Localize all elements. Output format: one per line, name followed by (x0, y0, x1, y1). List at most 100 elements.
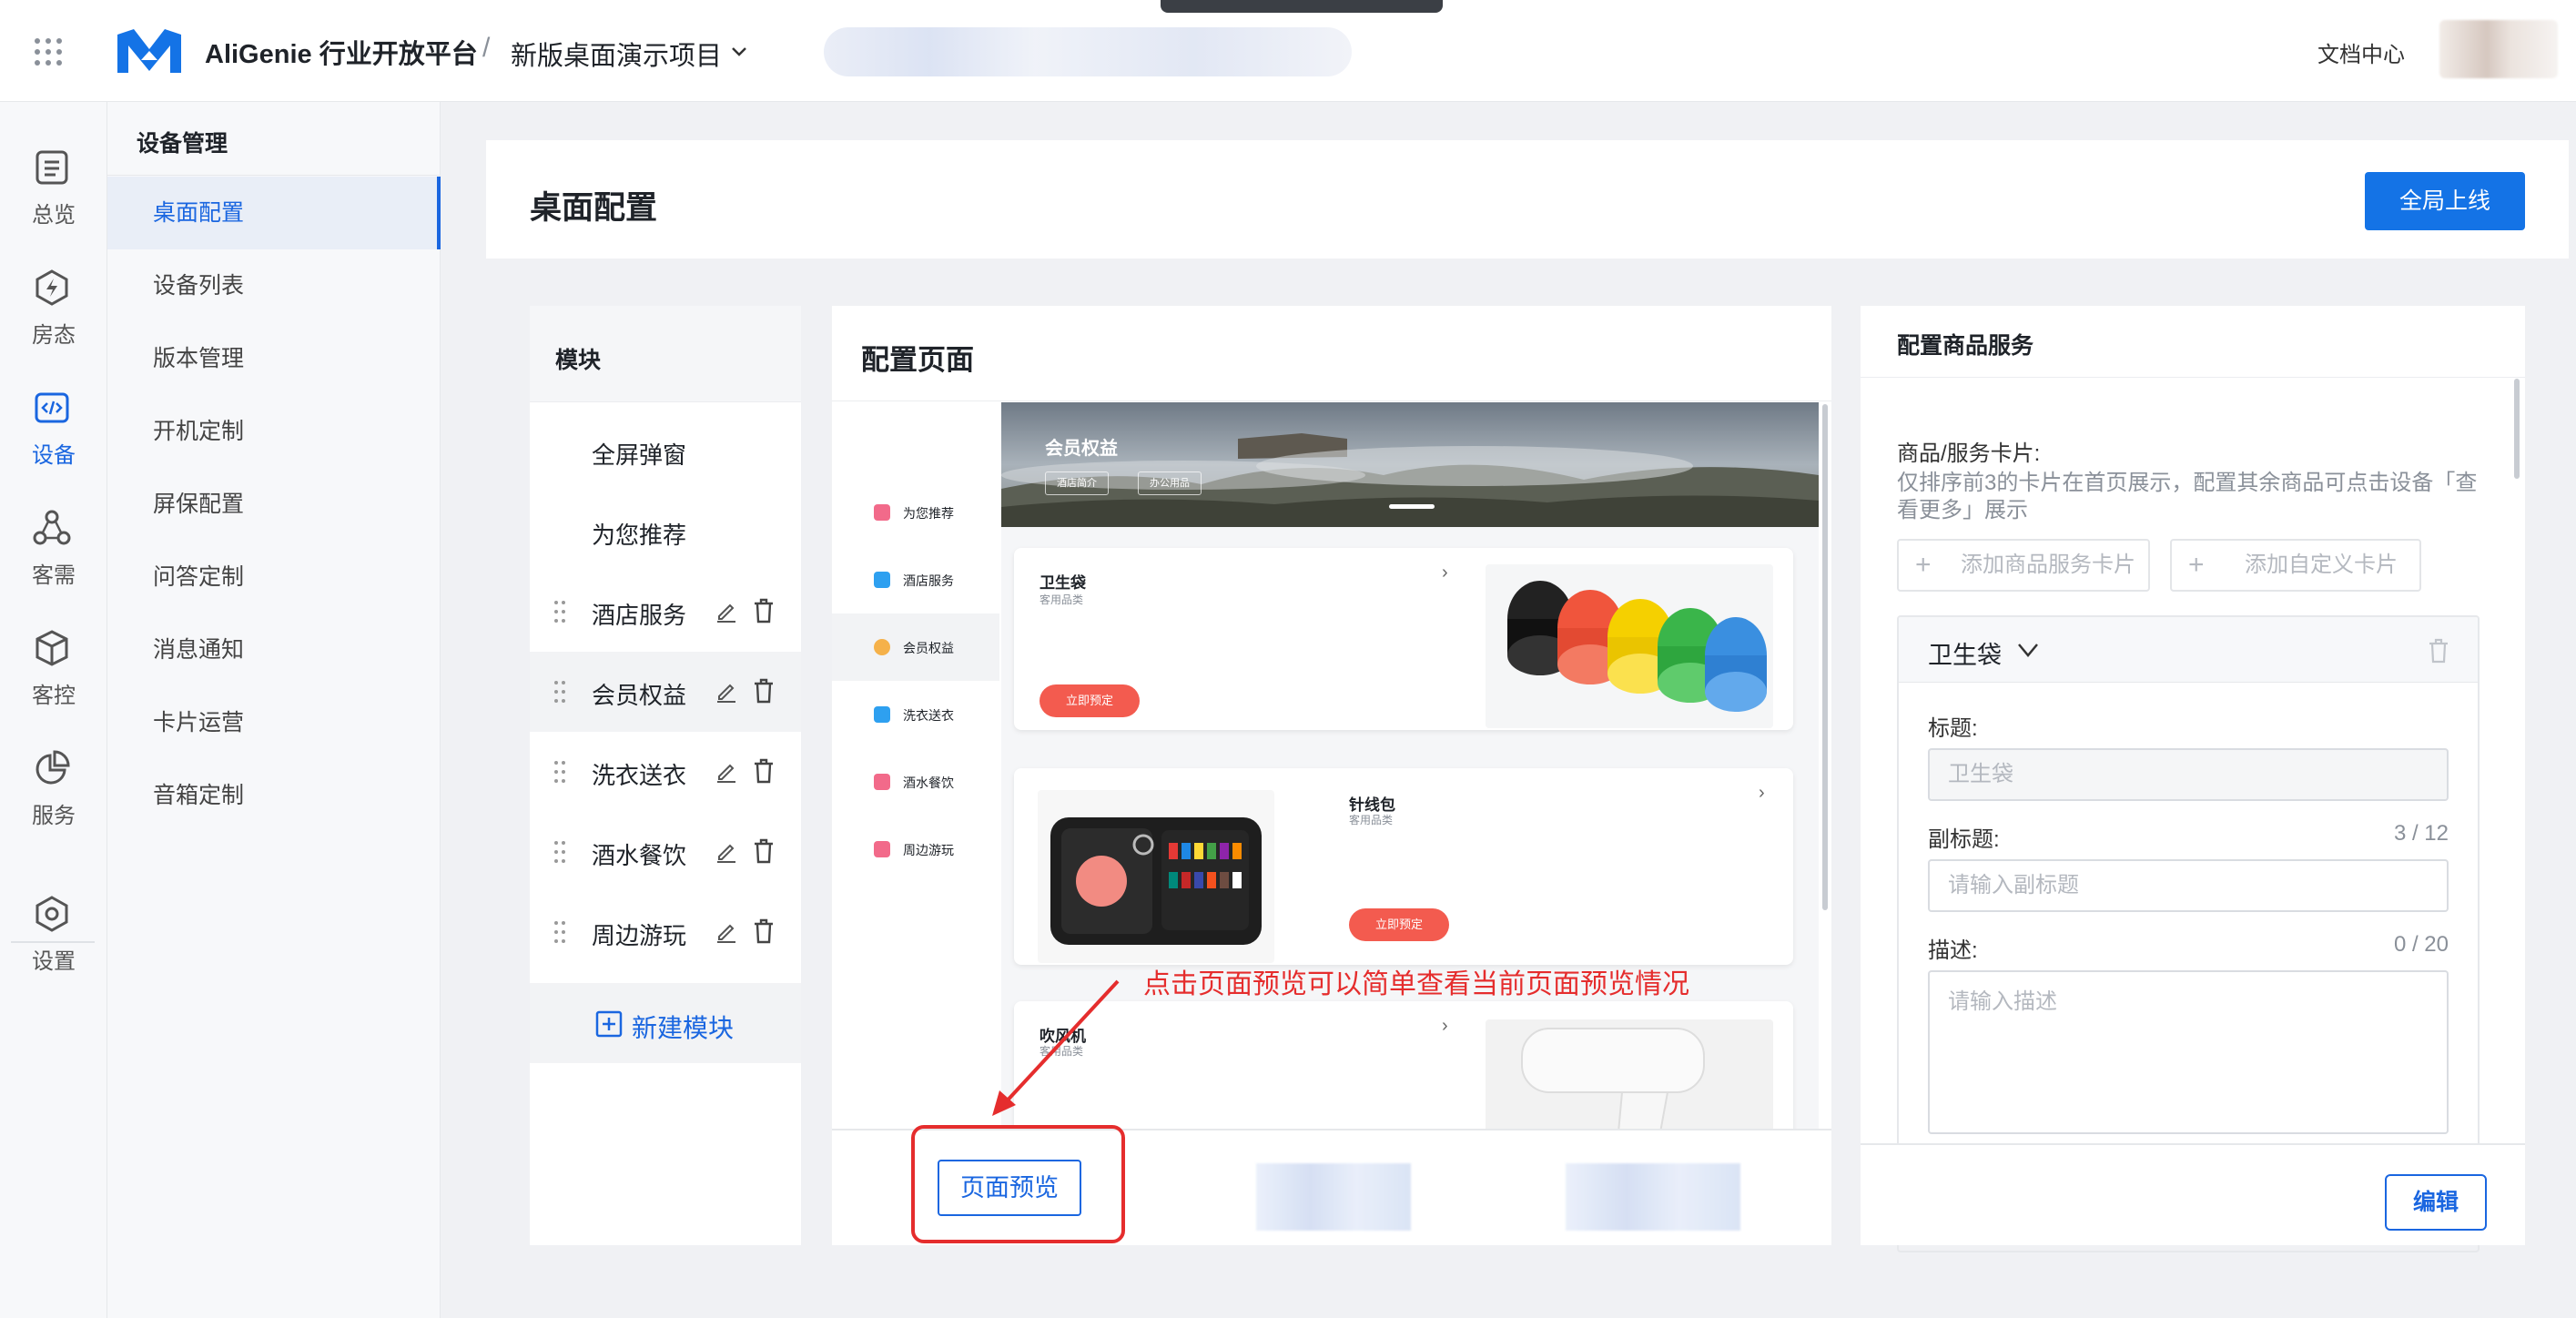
phone-tab[interactable]: 洗衣送衣 (832, 681, 999, 748)
drink-icon (874, 774, 890, 790)
edit-button[interactable]: 编辑 (2385, 1174, 2487, 1231)
subnav-item-qa[interactable]: 问答定制 (107, 541, 441, 613)
rail-item-settings[interactable]: 设置 (0, 861, 107, 974)
module-row[interactable]: 酒水餐饮 (530, 812, 801, 892)
chevron-down-icon[interactable] (728, 40, 750, 62)
drag-handle-icon[interactable] (553, 759, 566, 785)
trash-icon[interactable] (752, 757, 776, 785)
rail-item-guest-control[interactable]: 客控 (0, 595, 107, 708)
garbage-bags-image (1486, 564, 1773, 728)
rail-item-room-status[interactable]: 房态 (0, 235, 107, 348)
banner-chip[interactable]: 办公用品 (1138, 471, 1202, 495)
product-card[interactable]: 吹风机 客用品类 › (1014, 1001, 1793, 1130)
module-name: 为您推荐 (592, 522, 687, 549)
blurred-button[interactable] (1566, 1163, 1740, 1231)
list-icon (35, 150, 68, 185)
divider (1861, 377, 2525, 378)
avatar[interactable] (2439, 20, 2558, 78)
subnav-item-desktop-config[interactable]: 桌面配置 (107, 177, 441, 249)
subnav-item-notification[interactable]: 消息通知 (107, 613, 441, 686)
blurred-button[interactable] (1256, 1163, 1411, 1231)
trash-icon[interactable] (752, 677, 776, 705)
plus-icon: + (1915, 550, 1932, 580)
add-service-card-button[interactable]: + 添加商品服务卡片 (1897, 539, 2150, 592)
drag-handle-icon[interactable] (553, 599, 566, 624)
module-row[interactable]: 周边游玩 (530, 892, 801, 972)
chevron-right-icon: › (1442, 563, 1448, 583)
new-module-button[interactable]: 新建模块 (530, 983, 801, 1063)
book-now-button[interactable]: 立即预定 (1040, 684, 1140, 717)
product-subtitle: 客用品类 (1040, 593, 1084, 606)
module-row[interactable]: 洗衣送衣 (530, 732, 801, 812)
description-label: 描述: (1928, 938, 1978, 963)
annotation-arrow-icon (992, 979, 1120, 1116)
subnav-item-screensaver[interactable]: 屏保配置 (107, 468, 441, 541)
rail-item-device[interactable]: 设备 (0, 355, 107, 468)
edit-icon[interactable] (714, 758, 739, 784)
member-banner[interactable]: 会员权益 酒店简介 办公用品 (1001, 402, 1819, 527)
cards-description: 仅排序前3的卡片在首页展示，配置其余商品可点击设备「查看更多」展示 (1897, 471, 2478, 522)
code-icon (35, 392, 69, 423)
edit-icon[interactable] (714, 918, 739, 944)
app-grid-icon[interactable] (35, 38, 62, 66)
book-now-button[interactable]: 立即预定 (1349, 908, 1449, 941)
publish-all-button[interactable]: 全局上线 (2365, 172, 2525, 230)
module-row[interactable]: 全屏弹窗 (530, 411, 801, 492)
phone-tab[interactable]: 酒店服务 (832, 546, 999, 613)
product-card[interactable]: 卫生袋 客用品类 › 立即预定 (1014, 548, 1793, 730)
rail-label: 客控 (32, 684, 76, 708)
subnav-item-boot[interactable]: 开机定制 (107, 395, 441, 468)
service-panel-scrollbar[interactable] (2514, 379, 2520, 479)
doc-center-link[interactable]: 文档中心 (2317, 36, 2405, 68)
description-textarea[interactable]: 请输入描述 (1928, 970, 2449, 1134)
service-card-header[interactable]: 卫生袋 (1899, 617, 2478, 683)
drag-handle-icon[interactable] (553, 919, 566, 945)
trash-icon[interactable] (752, 837, 776, 865)
trash-icon[interactable] (752, 918, 776, 945)
subtitle-input[interactable]: 请输入副标题 (1928, 859, 2449, 912)
config-page-panel: 配置页面 为您推荐 酒店服务 会员权益 洗衣送衣 酒水餐饮 周边游玩 会员权益 … (832, 306, 1831, 1245)
phone-tab[interactable]: 酒水餐饮 (832, 748, 999, 816)
phone-tab[interactable]: 周边游玩 (832, 816, 999, 883)
add-service-card-label: 添加商品服务卡片 (1961, 553, 2135, 577)
cube-icon (35, 630, 68, 666)
page-title: 桌面配置 (530, 190, 658, 226)
subnav-item-speaker[interactable]: 音箱定制 (107, 759, 441, 832)
rail-item-service[interactable]: 服务 (0, 715, 107, 828)
phone-tab[interactable]: 为您推荐 (832, 479, 999, 546)
chevron-down-icon[interactable] (2015, 639, 2041, 661)
module-row[interactable]: 会员权益 (530, 652, 801, 732)
banner-title: 会员权益 (1045, 439, 1118, 459)
hair-dryer-image (1486, 1019, 1773, 1130)
module-row[interactable]: 酒店服务 (530, 572, 801, 652)
page-header: 桌面配置 全局上线 (486, 140, 2569, 259)
edit-icon[interactable] (714, 678, 739, 704)
edit-icon[interactable] (714, 598, 739, 624)
rail-item-overview[interactable]: 总览 (0, 115, 107, 228)
subnav-item-device-list[interactable]: 设备列表 (107, 249, 441, 322)
aligenie-logo (117, 29, 181, 73)
module-row[interactable]: 为您推荐 (530, 492, 801, 572)
add-custom-card-button[interactable]: + 添加自定义卡片 (2170, 539, 2421, 592)
banner-chip[interactable]: 酒店简介 (1045, 471, 1109, 495)
preview-scrollbar[interactable] (1822, 404, 1828, 910)
subnav-item-card-ops[interactable]: 卡片运营 (107, 686, 441, 759)
title-label: 标题: (1928, 716, 1978, 741)
title-input[interactable]: 卫生袋 (1928, 748, 2449, 801)
phone-tab[interactable]: 会员权益 (832, 613, 999, 681)
breadcrumb-separator: / (482, 33, 491, 63)
project-selector[interactable]: 新版桌面演示项目 (511, 35, 722, 73)
module-name: 酒店服务 (592, 602, 687, 629)
product-card[interactable]: 针线包 客用品类 › 立即预定 (1014, 768, 1793, 965)
subnav-item-version[interactable]: 版本管理 (107, 322, 441, 395)
edit-icon[interactable] (714, 838, 739, 864)
drag-handle-icon[interactable] (553, 839, 566, 865)
module-name: 酒水餐饮 (592, 842, 687, 869)
blurred-search-bar (824, 27, 1352, 76)
drag-handle-icon[interactable] (553, 679, 566, 705)
service-config-panel: 配置商品服务 商品/服务卡片: 仅排序前3的卡片在首页展示，配置其余商品可点击设… (1861, 306, 2525, 1252)
trash-icon[interactable] (752, 597, 776, 624)
trash-icon[interactable] (2427, 637, 2450, 664)
phone-tab-label: 为您推荐 (903, 506, 954, 521)
rail-item-guest-needs[interactable]: 客需 (0, 475, 107, 588)
